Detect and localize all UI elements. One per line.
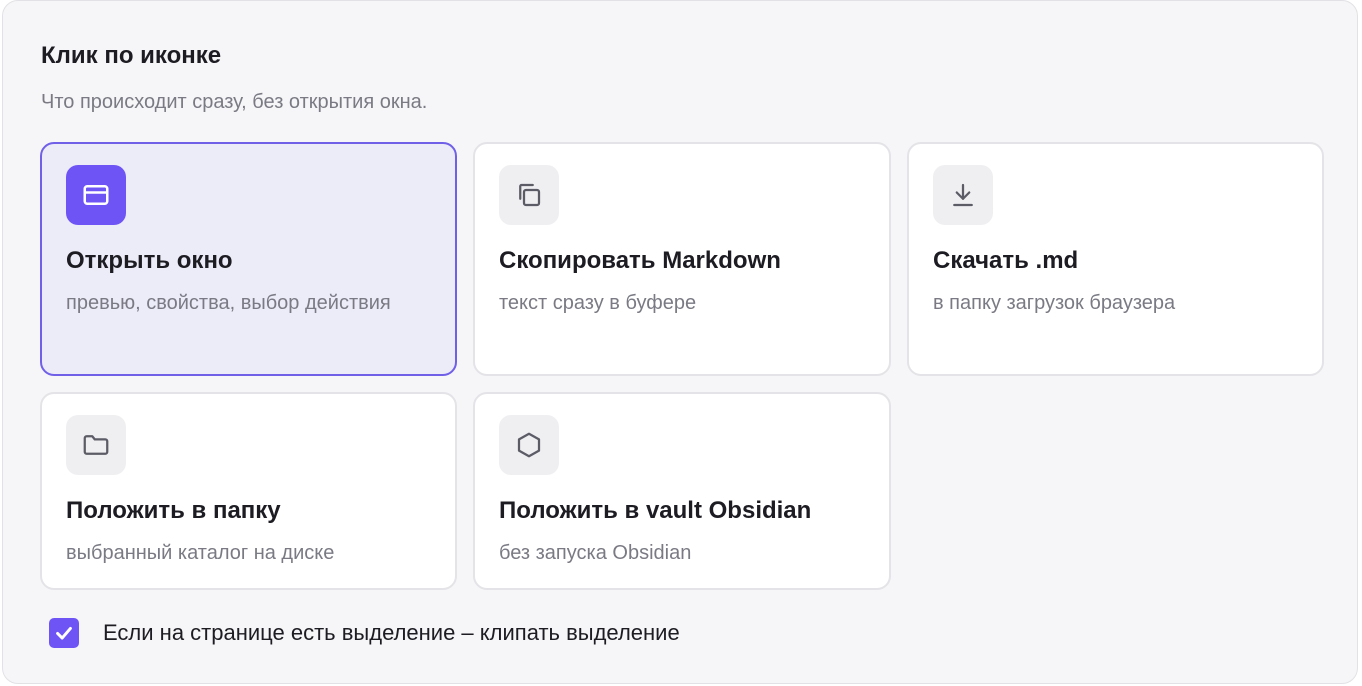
option-download-md[interactable]: Скачать .md в папку загрузок браузера — [907, 142, 1324, 376]
option-save-to-obsidian[interactable]: Положить в vault Obsidian без запуска Ob… — [473, 392, 891, 590]
checkmark-icon — [56, 626, 72, 640]
hexagon-icon — [517, 432, 541, 458]
option-title: Скачать .md — [933, 247, 1079, 274]
option-open-window[interactable]: Открыть окно превью, свойства, выбор дей… — [40, 142, 457, 376]
option-description: превью, свойства, выбор действия — [66, 292, 391, 314]
option-description: в папку загрузок браузера — [933, 292, 1176, 314]
icon-box — [499, 415, 559, 475]
clip-selection-option[interactable]: Если на странице есть выделение – клипат… — [49, 617, 680, 649]
option-title: Положить в vault Obsidian — [499, 497, 812, 524]
click-settings-panel: Клик по иконке Что происходит сразу, без… — [2, 0, 1358, 684]
option-title: Открыть окно — [66, 247, 233, 274]
section-subtitle: Что происходит сразу, без открытия окна. — [41, 91, 428, 113]
folder-icon — [83, 435, 109, 455]
icon-box — [933, 165, 993, 225]
icon-box — [66, 415, 126, 475]
option-save-to-folder[interactable]: Положить в папку выбранный каталог на ди… — [40, 392, 457, 590]
window-icon — [83, 185, 109, 205]
copy-icon — [519, 183, 541, 207]
option-title: Скопировать Markdown — [499, 247, 781, 274]
option-description: без запуска Obsidian — [499, 542, 692, 564]
icon-box — [499, 165, 559, 225]
option-copy-markdown[interactable]: Скопировать Markdown текст сразу в буфер… — [473, 142, 891, 376]
icon-box — [66, 165, 126, 225]
download-icon — [953, 183, 973, 207]
section-title: Клик по иконке — [41, 42, 222, 69]
option-description: выбранный каталог на диске — [66, 542, 335, 564]
option-title: Положить в папку — [66, 497, 281, 524]
option-description: текст сразу в буфере — [499, 292, 697, 314]
clip-selection-label: Если на странице есть выделение – клипат… — [103, 620, 680, 645]
clip-selection-checkbox[interactable] — [49, 618, 79, 648]
